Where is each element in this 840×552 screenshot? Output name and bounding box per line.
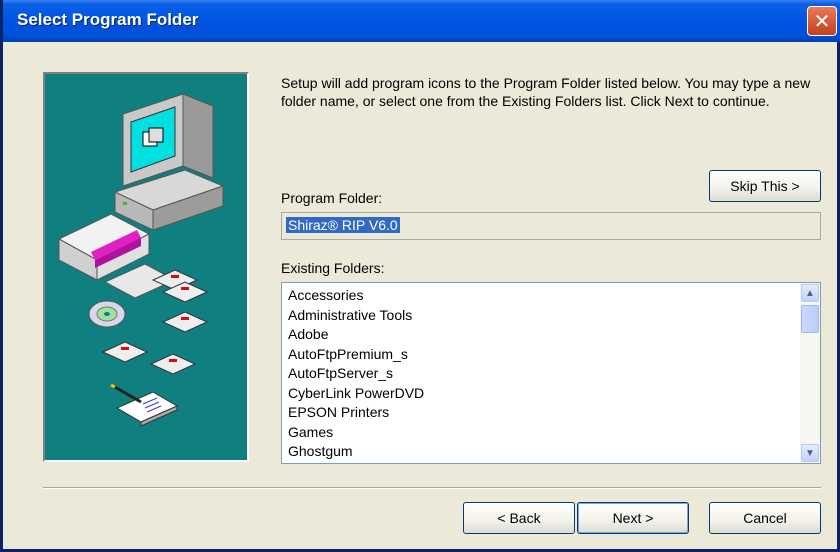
- next-button[interactable]: Next >: [577, 502, 689, 534]
- existing-folders-label: Existing Folders:: [281, 260, 385, 276]
- program-folder-input[interactable]: Shiraz® RIP V6.0: [281, 212, 821, 240]
- cancel-button[interactable]: Cancel: [709, 502, 821, 534]
- program-folder-value: Shiraz® RIP V6.0: [286, 217, 400, 233]
- back-button[interactable]: < Back: [463, 502, 575, 534]
- setup-illustration: [43, 72, 249, 462]
- chevron-down-icon: ▼: [805, 447, 815, 459]
- close-button[interactable]: ✕: [807, 6, 837, 36]
- divider: [43, 487, 821, 489]
- scroll-thumb[interactable]: [801, 305, 819, 333]
- title-bar[interactable]: Select Program Folder: [3, 0, 840, 42]
- list-item[interactable]: Ghostgum: [288, 442, 424, 462]
- list-item[interactable]: Accessories: [288, 286, 424, 306]
- existing-folders-list[interactable]: Accessories Administrative Tools Adobe A…: [281, 282, 821, 464]
- skip-button[interactable]: Skip This >: [709, 170, 821, 202]
- list-item[interactable]: Games: [288, 423, 424, 443]
- list-item[interactable]: Adobe: [288, 325, 424, 345]
- window-title: Select Program Folder: [17, 10, 199, 29]
- scroll-down-button[interactable]: ▼: [801, 444, 819, 462]
- scroll-up-button[interactable]: ▲: [801, 284, 819, 302]
- list-item[interactable]: Administrative Tools: [288, 306, 424, 326]
- close-icon: ✕: [813, 9, 831, 33]
- program-folder-label: Program Folder:: [281, 190, 383, 206]
- computer-illustration-icon: [57, 93, 225, 427]
- instructions-text: Setup will add program icons to the Prog…: [281, 75, 811, 109]
- chevron-up-icon: ▲: [805, 287, 815, 299]
- vertical-scrollbar[interactable]: ▲ ▼: [800, 283, 820, 463]
- setup-dialog: Select Program Folder ✕ Setup will add p…: [0, 0, 840, 552]
- list-item[interactable]: AutoFtpServer_s: [288, 364, 424, 384]
- list-item[interactable]: EPSON Printers: [288, 403, 424, 423]
- list-item[interactable]: AutoFtpPremium_s: [288, 345, 424, 365]
- list-item[interactable]: CyberLink PowerDVD: [288, 384, 424, 404]
